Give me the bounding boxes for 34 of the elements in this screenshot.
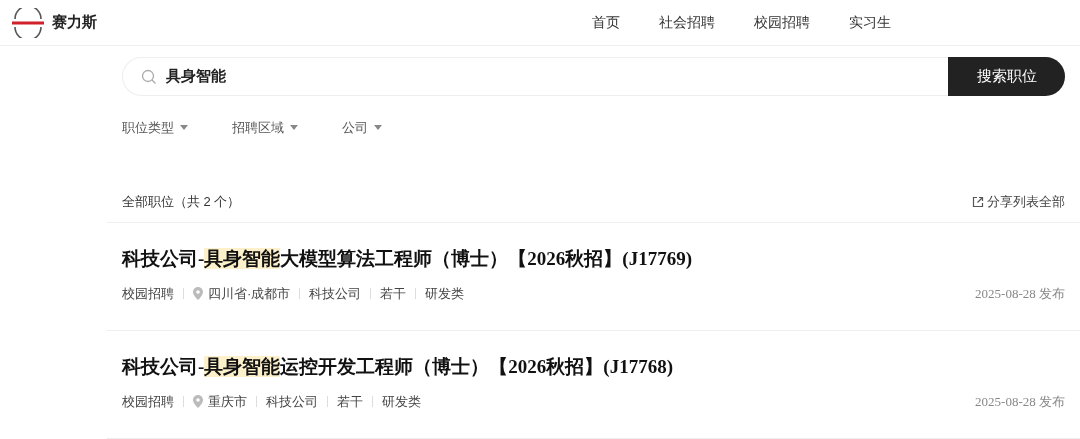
publish-date: 2025-08-28 发布 — [975, 393, 1065, 411]
caret-icon — [180, 125, 188, 131]
location-pin-icon — [193, 287, 203, 301]
job-tag: 校园招聘 — [122, 284, 174, 304]
job-tag: 研发类 — [425, 284, 465, 304]
search-button[interactable]: 搜索职位 — [948, 57, 1065, 96]
job-title[interactable]: 科技公司-具身智能运控开发工程师（博士）【2026秋招】(J17768) — [122, 352, 673, 381]
job-tag: 重庆市 — [208, 392, 247, 412]
job-count: 全部职位（共 2 个） — [122, 193, 241, 212]
logo-icon[interactable] — [10, 7, 46, 38]
job-tag: 科技公司 — [266, 392, 318, 412]
nav-link[interactable]: 首页 — [592, 12, 620, 33]
job-tag: 校园招聘 — [122, 392, 174, 412]
job-title[interactable]: 科技公司-具身智能大模型算法工程师（博士）【2026秋招】(J17769) — [122, 244, 692, 273]
share-icon — [972, 196, 984, 208]
filter-dropdown[interactable]: 职位类型 — [122, 118, 192, 138]
job-tag: 四川省·成都市 — [208, 284, 291, 304]
nav-link[interactable]: 实习生 — [849, 12, 891, 33]
share-link[interactable]: 分享列表全部 — [972, 192, 1065, 212]
search-query: 具身智能 — [166, 66, 226, 87]
filter-dropdown[interactable]: 招聘区域 — [232, 118, 302, 138]
job-tag: 科技公司 — [309, 284, 362, 304]
caret-icon — [290, 125, 298, 131]
brand-name: 赛力斯 — [52, 12, 97, 33]
publish-date: 2025-08-28 发布 — [975, 285, 1065, 303]
filter-dropdown[interactable]: 公司 — [342, 118, 412, 138]
job-tag: 研发类 — [382, 392, 421, 412]
search-icon — [141, 68, 157, 85]
nav-link[interactable]: 社会招聘 — [659, 12, 715, 33]
location-pin-icon — [193, 395, 203, 409]
job-tag: 若干 — [337, 392, 363, 412]
caret-icon — [374, 125, 382, 131]
nav-link[interactable]: 校园招聘 — [754, 12, 810, 33]
job-tag: 若干 — [380, 284, 407, 304]
